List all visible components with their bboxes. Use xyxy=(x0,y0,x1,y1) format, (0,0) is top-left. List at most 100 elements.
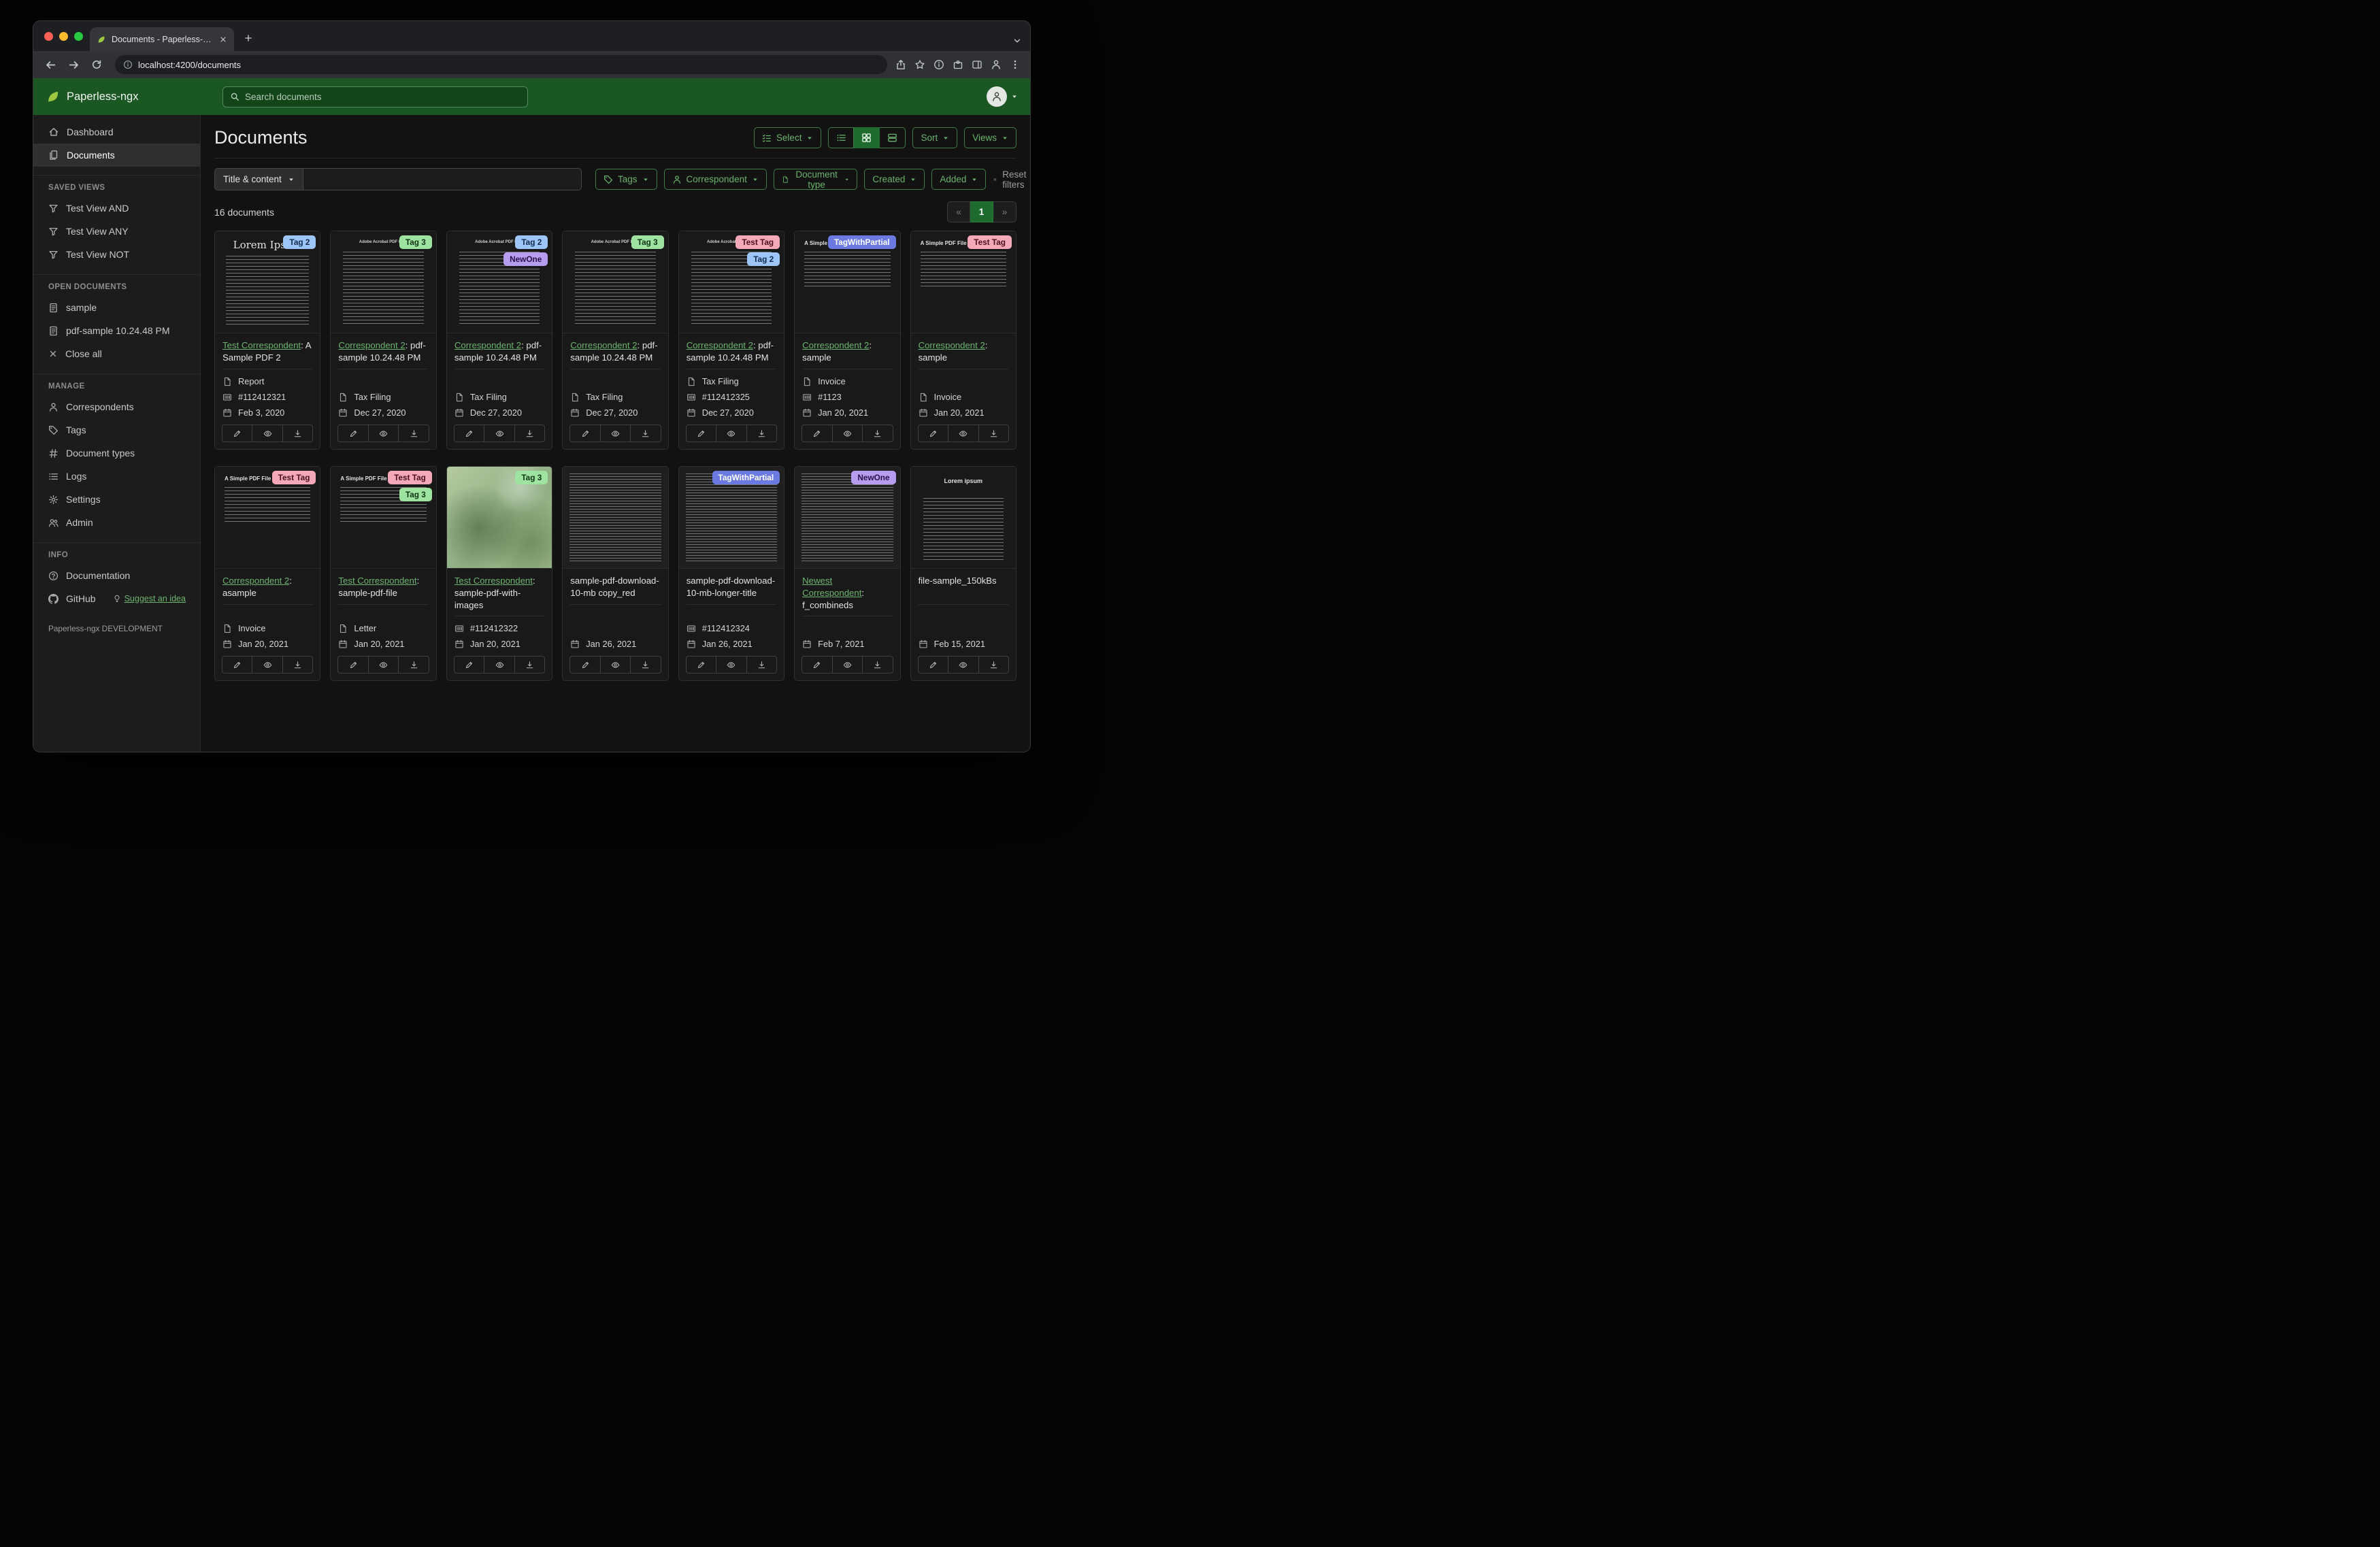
preview-button[interactable] xyxy=(600,425,631,442)
reload-button[interactable] xyxy=(86,54,107,75)
tag-badge[interactable]: Test Tag xyxy=(388,471,432,485)
correspondent-link[interactable]: Correspondent 2 xyxy=(687,340,753,350)
correspondent-link[interactable]: Correspondent 2 xyxy=(222,576,289,586)
document-type-filter-button[interactable]: Document type xyxy=(773,169,858,190)
sidebar-item-logs[interactable]: Logs xyxy=(33,465,200,488)
document-thumbnail[interactable]: Adobe Acrobat PDF Files Tag 2 NewOne xyxy=(446,231,552,333)
download-button[interactable] xyxy=(631,425,661,442)
view-details-button[interactable] xyxy=(880,127,906,148)
sidebar-item-documentation[interactable]: Documentation xyxy=(33,564,200,587)
suggest-an-idea-link[interactable]: Suggest an idea xyxy=(113,594,186,603)
document-type-row[interactable]: Report xyxy=(222,376,312,387)
edit-button[interactable] xyxy=(685,656,717,674)
share-icon[interactable] xyxy=(895,59,906,70)
tag-badge[interactable]: Tag 3 xyxy=(631,235,664,250)
previous-page-button[interactable]: « xyxy=(947,201,970,222)
close-tab-icon[interactable] xyxy=(219,35,227,44)
forward-button[interactable] xyxy=(63,54,84,75)
edit-button[interactable] xyxy=(222,425,253,442)
download-button[interactable] xyxy=(863,425,893,442)
sidebar-item-document-types[interactable]: Document types xyxy=(33,442,200,465)
tags-filter-button[interactable]: Tags xyxy=(595,169,657,190)
tag-badge[interactable]: Test Tag xyxy=(968,235,1012,250)
tag-badge[interactable]: TagWithPartial xyxy=(712,471,780,485)
views-button[interactable]: Views xyxy=(964,127,1017,148)
preview-button[interactable] xyxy=(832,656,863,674)
tag-badge[interactable]: NewOne xyxy=(851,471,896,485)
view-grid-button[interactable] xyxy=(854,127,880,148)
tab-search-chevron-icon[interactable] xyxy=(1012,36,1022,46)
document-thumbnail[interactable]: Adobe Acrobat PDF Files Tag 3 xyxy=(331,231,436,333)
edit-button[interactable] xyxy=(569,656,601,674)
preview-button[interactable] xyxy=(716,425,747,442)
sidebar-item-github[interactable]: GitHub Suggest an idea xyxy=(33,587,200,610)
download-button[interactable] xyxy=(282,425,314,442)
preview-button[interactable] xyxy=(716,656,747,674)
download-button[interactable] xyxy=(514,425,546,442)
preview-button[interactable] xyxy=(600,656,631,674)
url-bar[interactable]: localhost:4200/documents xyxy=(115,55,887,74)
next-page-button[interactable]: » xyxy=(993,201,1017,222)
tag-badge[interactable]: Tag 3 xyxy=(399,488,432,502)
bookmark-star-icon[interactable] xyxy=(914,59,925,70)
document-thumbnail[interactable]: A Simple PDF File TagWithPartial xyxy=(795,231,900,333)
preview-button[interactable] xyxy=(948,425,979,442)
document-type-row[interactable]: Tax Filing xyxy=(454,391,544,403)
preview-button[interactable] xyxy=(832,425,863,442)
sidebar-item-tags[interactable]: Tags xyxy=(33,418,200,442)
user-menu[interactable] xyxy=(987,86,1018,107)
tag-badge[interactable]: Tag 2 xyxy=(283,235,316,250)
tag-badge[interactable]: Test Tag xyxy=(271,471,316,485)
browser-tab[interactable]: Documents - Paperless-ngx xyxy=(90,27,234,51)
preview-button[interactable] xyxy=(948,656,979,674)
preview-button[interactable] xyxy=(252,656,283,674)
download-button[interactable] xyxy=(978,425,1010,442)
preview-button[interactable] xyxy=(484,425,515,442)
download-button[interactable] xyxy=(631,656,661,674)
edit-button[interactable] xyxy=(801,425,833,442)
edit-button[interactable] xyxy=(917,425,949,442)
sidebar-item-admin[interactable]: Admin xyxy=(33,511,200,534)
document-asn-row[interactable]: #112412324 xyxy=(687,622,776,634)
tag-badge[interactable]: Tag 3 xyxy=(515,471,548,485)
download-button[interactable] xyxy=(978,656,1010,674)
sidebar-item-open-doc-pdf-sample[interactable]: pdf-sample 10.24.48 PM xyxy=(33,319,200,342)
added-filter-button[interactable]: Added xyxy=(931,169,987,190)
filter-field-dropdown[interactable]: Title & content xyxy=(214,168,303,190)
sidebar-item-open-doc-sample[interactable]: sample xyxy=(33,296,200,319)
download-button[interactable] xyxy=(399,425,429,442)
document-asn-row[interactable]: #112412321 xyxy=(222,391,312,403)
sort-button[interactable]: Sort xyxy=(912,127,958,148)
zoom-window-button[interactable] xyxy=(74,31,83,41)
document-type-row[interactable]: Invoice xyxy=(222,622,312,634)
new-tab-button[interactable] xyxy=(238,28,259,48)
document-thumbnail[interactable]: Adobe Acrobat PDF Files Test Tag Tag 2 xyxy=(678,231,784,333)
correspondent-link[interactable]: Correspondent 2 xyxy=(338,340,405,350)
document-thumbnail[interactable]: A Simple PDF File Test Tag Tag 3 xyxy=(331,467,436,569)
sidebar-item-correspondents[interactable]: Correspondents xyxy=(33,395,200,418)
correspondent-link[interactable]: Correspondent 2 xyxy=(919,340,985,350)
edit-button[interactable] xyxy=(917,656,949,674)
tag-badge[interactable]: NewOne xyxy=(503,252,548,267)
close-window-button[interactable] xyxy=(44,31,53,41)
download-button[interactable] xyxy=(746,425,778,442)
sidebar-item-dashboard[interactable]: Dashboard xyxy=(33,120,200,144)
edit-button[interactable] xyxy=(801,656,833,674)
download-button[interactable] xyxy=(399,656,429,674)
browser-profile-icon[interactable] xyxy=(991,59,1002,70)
sidebar-item-close-all[interactable]: Close all xyxy=(33,342,200,365)
document-thumbnail[interactable]: A Simple PDF File Test Tag xyxy=(910,231,1016,333)
download-button[interactable] xyxy=(514,656,546,674)
document-asn-row[interactable]: #112412322 xyxy=(454,622,544,634)
document-thumbnail[interactable]: NewOne xyxy=(795,467,900,569)
document-type-row[interactable]: Tax Filing xyxy=(338,391,428,403)
app-brand[interactable]: Paperless-ngx xyxy=(46,89,202,104)
page-status-icon[interactable] xyxy=(933,59,944,70)
download-button[interactable] xyxy=(863,656,893,674)
edit-button[interactable] xyxy=(453,656,485,674)
edit-button[interactable] xyxy=(685,425,717,442)
preview-button[interactable] xyxy=(484,656,515,674)
page-1-button[interactable]: 1 xyxy=(970,201,993,222)
tag-badge[interactable]: Tag 2 xyxy=(515,235,548,250)
extensions-icon[interactable] xyxy=(953,59,963,70)
